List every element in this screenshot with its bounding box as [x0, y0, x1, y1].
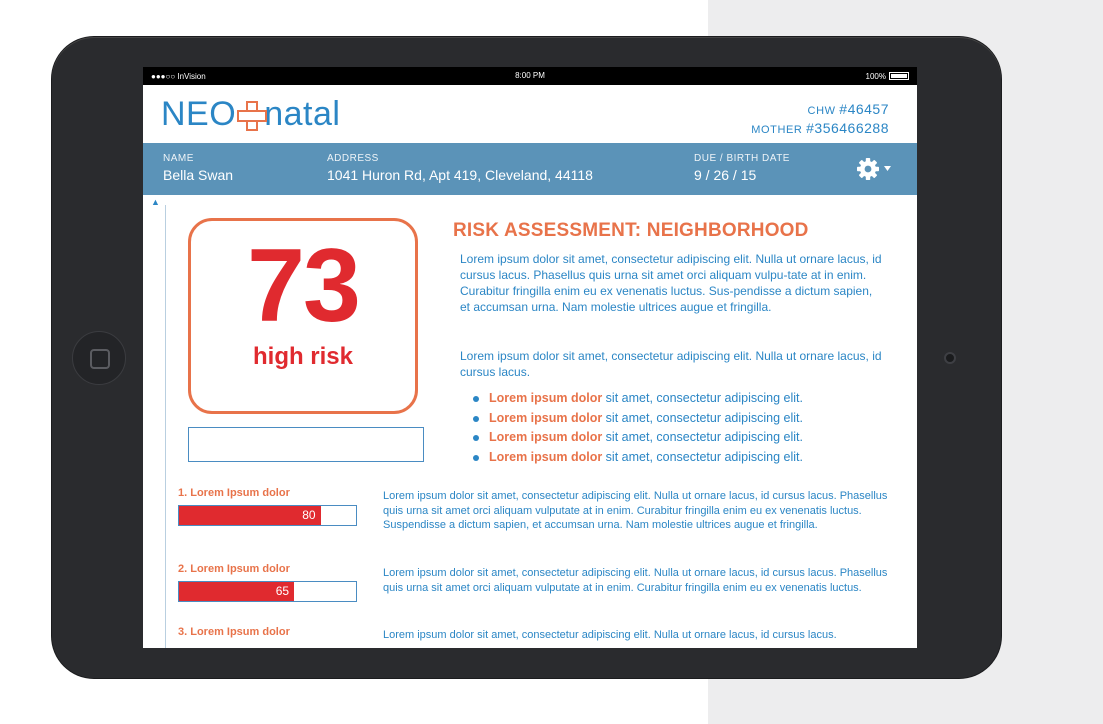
tablet-screen: ●●●○○ InVision 8:00 PM 100% NEO natal CHW…	[143, 67, 917, 648]
assessment-paragraph-2: Lorem ipsum dolor sit amet, consectetur …	[460, 349, 882, 379]
mother-id: MOTHER #356466288	[751, 120, 889, 136]
patient-name: Bella Swan	[163, 167, 234, 183]
list-item: Lorem ipsum dolor sit amet, consectetur …	[471, 450, 803, 470]
factor-score-bar: 80	[178, 505, 357, 526]
risk-level-label: high risk	[252, 343, 354, 370]
caret-down-icon	[884, 166, 891, 171]
address-field: ADDRESS 1041 Huron Rd, Apt 419, Clevelan…	[327, 153, 593, 183]
risk-score: 73	[247, 228, 361, 344]
list-item: Lorem ipsum dolor sit amet, consectetur …	[471, 411, 803, 431]
assessment-bullet-list: Lorem ipsum dolor sit amet, consectetur …	[471, 391, 803, 469]
patient-address: 1041 Huron Rd, Apt 419, Cleveland, 44118	[327, 167, 593, 183]
home-square-icon	[90, 349, 110, 369]
notes-input[interactable]	[188, 427, 424, 462]
app-header: NEO natal CHW #46457 MOTHER #356466288	[143, 85, 917, 143]
risk-factor-1: 1. Lorem Ipsum dolor 80	[178, 487, 357, 526]
risk-factor-3: 3. Lorem Ipsum dolor	[178, 626, 290, 638]
risk-score-card: 73 high risk	[188, 218, 418, 414]
camera-lens	[944, 352, 956, 364]
factor-score-fill: 80	[179, 506, 321, 525]
app-logo: NEO natal	[161, 95, 341, 133]
date-field: DUE / BIRTH DATE 9 / 26 / 15	[694, 153, 790, 183]
factor-title: 1. Lorem Ipsum dolor	[178, 487, 290, 499]
factor-title: 3. Lorem Ipsum dolor	[178, 626, 290, 638]
assessment-paragraph-1: Lorem ipsum dolor sit amet, consectetur …	[460, 252, 882, 314]
factor-description: Lorem ipsum dolor sit amet, consectetur …	[383, 490, 888, 531]
factor-score-bar: 65	[178, 581, 357, 602]
up-arrow-icon[interactable]: ▲	[151, 197, 160, 207]
list-item: Lorem ipsum dolor sit amet, consectetur …	[471, 391, 803, 411]
name-field: NAME Bella Swan	[163, 153, 234, 183]
plus-icon	[237, 101, 268, 131]
factor-description: Lorem ipsum dolor sit amet, consectetur …	[383, 567, 888, 594]
scroll-rail[interactable]	[165, 205, 166, 648]
assessment-title: RISK ASSESSMENT: NEIGHBORHOOD	[453, 220, 809, 241]
factor-description: Lorem ipsum dolor sit amet, consectetur …	[383, 629, 837, 641]
home-button[interactable]	[72, 331, 126, 385]
gear-icon	[857, 158, 891, 180]
clock: 8:00 PM	[515, 71, 545, 80]
main-content: ▲ 73 high risk RISK ASSESSMENT: NEIGHBOR…	[143, 195, 917, 648]
list-item: Lorem ipsum dolor sit amet, consectetur …	[471, 430, 803, 450]
id-block: CHW #46457 MOTHER #356466288	[751, 101, 889, 139]
due-date: 9 / 26 / 15	[694, 167, 757, 183]
chw-id: CHW #46457	[807, 101, 889, 117]
settings-menu-button[interactable]	[857, 157, 893, 181]
risk-factor-2: 2. Lorem Ipsum dolor 65	[178, 563, 357, 602]
patient-info-bar: NAME Bella Swan ADDRESS 1041 Huron Rd, A…	[143, 143, 917, 195]
status-bar: ●●●○○ InVision 8:00 PM 100%	[143, 67, 917, 85]
factor-score-fill: 65	[179, 582, 295, 601]
factor-title: 2. Lorem Ipsum dolor	[178, 563, 290, 575]
